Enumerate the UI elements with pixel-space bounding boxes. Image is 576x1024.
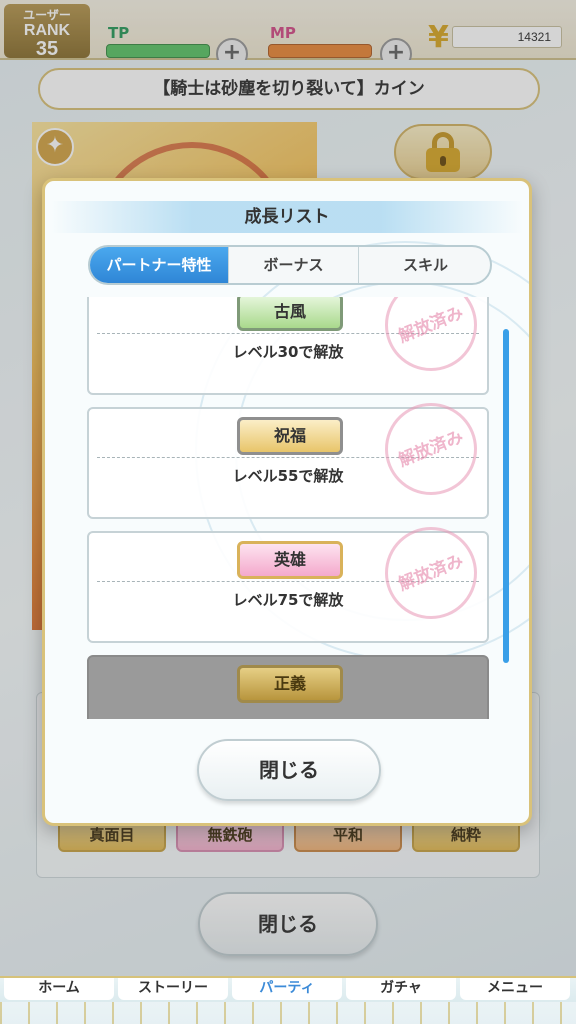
list-item: 英雄 レベル75で解放 解放済み xyxy=(87,513,491,643)
released-stamp: 解放済み xyxy=(371,513,491,633)
tab-skill[interactable]: スキル xyxy=(358,247,490,283)
trait-badge: 古風 xyxy=(237,297,343,331)
tab-bonus[interactable]: ボーナス xyxy=(228,247,358,283)
nav-decoration xyxy=(0,1002,576,1024)
nav-menu[interactable]: メニュー xyxy=(460,978,570,1000)
bottom-nav: ホーム ストーリー パーティ ガチャ メニュー xyxy=(0,976,576,1024)
tab-partner-traits[interactable]: パートナー特性 xyxy=(90,247,228,283)
nav-party[interactable]: パーティ xyxy=(232,978,342,1000)
nav-gacha[interactable]: ガチャ xyxy=(346,978,456,1000)
close-button[interactable]: 閉じる xyxy=(197,739,381,801)
list-item: 祝福 レベル55で解放 解放済み xyxy=(87,389,491,519)
list-item: 古風 レベル30で解放 解放済み xyxy=(87,297,491,395)
trait-badge: 正義 xyxy=(237,665,343,703)
growth-list-modal: 成長リスト パートナー特性 ボーナス スキル 古風 レベル30で解放 解放済み … xyxy=(42,178,532,826)
trait-badge: 祝福 xyxy=(237,417,343,455)
trait-badge: 英雄 xyxy=(237,541,343,579)
modal-title: 成長リスト xyxy=(51,201,523,233)
growth-list[interactable]: 古風 レベル30で解放 解放済み 祝福 レベル55で解放 解放済み 英雄 レベル… xyxy=(85,297,499,719)
released-stamp: 解放済み xyxy=(371,297,491,385)
list-scrollbar[interactable] xyxy=(503,329,509,663)
released-stamp: 解放済み xyxy=(371,389,491,509)
list-item-locked: 正義 xyxy=(87,655,489,719)
nav-home[interactable]: ホーム xyxy=(4,978,114,1000)
tab-bar: パートナー特性 ボーナス スキル xyxy=(88,245,492,285)
nav-story[interactable]: ストーリー xyxy=(118,978,228,1000)
